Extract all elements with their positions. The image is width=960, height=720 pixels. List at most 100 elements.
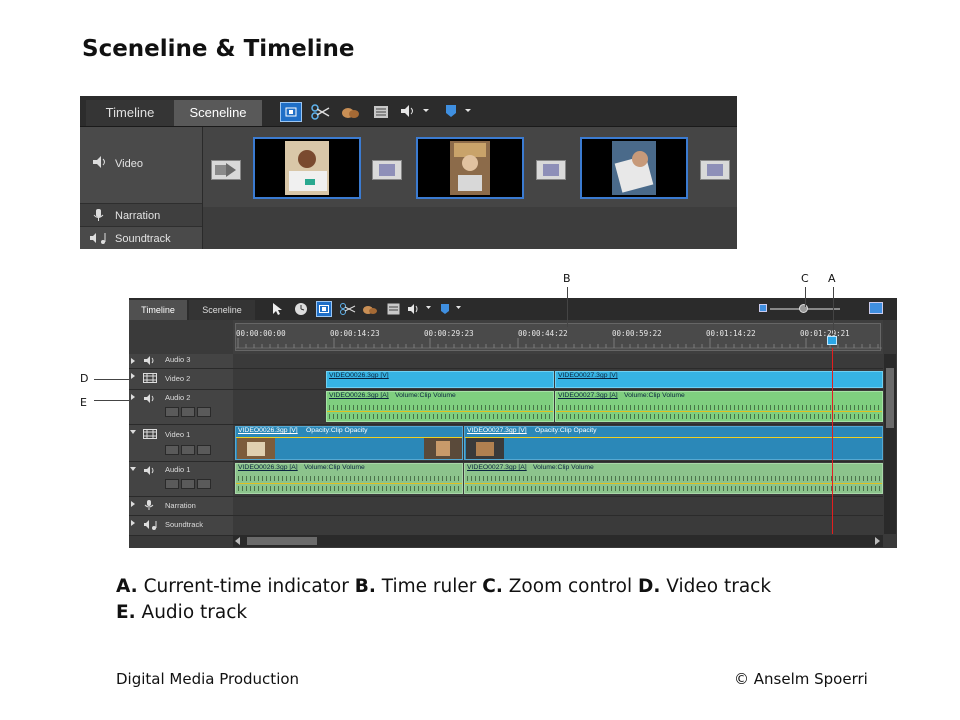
scroll-right-icon[interactable]	[875, 537, 880, 545]
scissors-icon	[311, 104, 330, 120]
tab-timeline[interactable]: Timeline	[129, 300, 187, 320]
hand-icon	[363, 306, 377, 314]
opacity-line[interactable]	[236, 437, 462, 438]
track-header-audio3[interactable]: Audio 3	[129, 354, 233, 369]
scene-clip-1[interactable]	[253, 137, 361, 199]
track-header-soundtrack[interactable]: Soundtrack	[129, 516, 233, 536]
speaker-icon	[143, 355, 155, 368]
volume-line[interactable]	[327, 411, 553, 412]
transition-3[interactable]	[700, 160, 730, 180]
track-name: Soundtrack	[165, 520, 203, 529]
add-keyframe-button[interactable]	[181, 445, 195, 455]
ruler-label: 00:00:00:00	[236, 329, 286, 338]
clip-audio1-a[interactable]: VIDEO0026.3gp [A] Volume:Clip Volume	[235, 463, 463, 494]
expand-arrow-icon[interactable]	[131, 520, 135, 526]
properties-button[interactable]	[384, 300, 402, 318]
zoom-in-icon[interactable]	[869, 302, 883, 314]
current-time-indicator-handle[interactable]	[827, 336, 837, 345]
clip-effect-menu[interactable]: Opacity:Clip Opacity	[306, 427, 368, 434]
tab-sceneline[interactable]: Sceneline	[174, 100, 262, 126]
properties-button[interactable]	[370, 102, 392, 122]
clip-effect-menu[interactable]: Volume:Clip Volume	[304, 464, 365, 471]
sceneline-audio-area	[203, 207, 737, 249]
volume-line[interactable]	[465, 483, 882, 484]
prev-keyframe-button[interactable]	[165, 445, 179, 455]
prev-keyframe-button[interactable]	[165, 407, 179, 417]
zoom-slider-handle[interactable]	[799, 304, 808, 313]
time-stretch-button[interactable]	[292, 300, 310, 318]
clip-audio2-b[interactable]: VIDEO0027.3gp [A] Volume:Clip Volume	[555, 391, 883, 422]
fit-to-view-button[interactable]	[280, 102, 302, 122]
clip-video1-b[interactable]: VIDEO0027.3gp [V] Opacity:Clip Opacity	[464, 426, 883, 460]
clip-video1-a[interactable]: VIDEO0026.3gp [V] Opacity:Clip Opacity	[235, 426, 463, 460]
fit-to-view-button[interactable]	[316, 301, 332, 317]
track-header-video1[interactable]: Video 1	[129, 425, 233, 462]
add-keyframe-button[interactable]	[181, 479, 195, 489]
keyframe-buttons[interactable]	[165, 407, 213, 418]
timeline-panel: Timeline Sceneline 00:00:00:00 00:00:14:…	[129, 298, 897, 548]
keyframe-buttons[interactable]	[165, 445, 213, 456]
transition-1[interactable]	[372, 160, 402, 180]
callout-e-line	[94, 400, 134, 401]
tab-sceneline[interactable]: Sceneline	[189, 300, 255, 320]
keyframe-buttons[interactable]	[165, 479, 213, 490]
clip-effect-menu[interactable]: Volume:Clip Volume	[395, 392, 456, 399]
track-soundtrack[interactable]	[233, 516, 883, 536]
vertical-scrollbar[interactable]	[884, 354, 896, 534]
track-header-video2[interactable]: Video 2	[129, 369, 233, 390]
clip-effect-menu[interactable]: Volume:Clip Volume	[533, 464, 594, 471]
volume-line[interactable]	[236, 483, 462, 484]
expand-arrow-icon[interactable]	[131, 501, 135, 507]
prev-keyframe-button[interactable]	[165, 479, 179, 489]
track-audio2[interactable]: VIDEO0026.3gp [A] Volume:Clip Volume VID…	[233, 390, 883, 425]
scrollbar-thumb[interactable]	[886, 368, 894, 428]
selection-tool-button[interactable]	[268, 300, 286, 318]
add-keyframe-button[interactable]	[181, 407, 195, 417]
callout-b-line	[567, 287, 568, 327]
audio-dropdown-button[interactable]	[406, 300, 434, 318]
track-header-audio1[interactable]: Audio 1	[129, 462, 233, 497]
current-time-indicator[interactable]	[832, 348, 833, 534]
clip-video2-b[interactable]: VIDEO0027.3gp [V]	[555, 371, 883, 388]
clip-video2-a[interactable]: VIDEO0026.3gp [V]	[326, 371, 554, 388]
track-video1[interactable]: VIDEO0026.3gp [V] Opacity:Clip Opacity V…	[233, 425, 883, 462]
start-transition[interactable]	[211, 160, 241, 180]
clip-name: VIDEO0027.3gp [V]	[558, 372, 618, 379]
smart-trim-button[interactable]	[310, 102, 332, 122]
horizontal-scrollbar[interactable]	[233, 535, 883, 547]
opacity-line[interactable]	[465, 437, 882, 438]
clip-effect-menu[interactable]: Volume:Clip Volume	[624, 392, 685, 399]
clip-audio1-b[interactable]: VIDEO0027.3gp [A] Volume:Clip Volume	[464, 463, 883, 494]
next-keyframe-button[interactable]	[197, 445, 211, 455]
track-narration[interactable]	[233, 497, 883, 516]
scene-clip-3[interactable]	[580, 137, 688, 199]
next-keyframe-button[interactable]	[197, 407, 211, 417]
track-name: Video 2	[165, 374, 191, 383]
scene-clip-2[interactable]	[416, 137, 524, 199]
track-audio3[interactable]	[233, 354, 883, 369]
smart-mix-button[interactable]	[339, 102, 361, 122]
time-ruler[interactable]: 00:00:00:00 00:00:14:23 00:00:29:23 00:0…	[233, 320, 883, 355]
transition-2[interactable]	[536, 160, 566, 180]
track-audio1[interactable]: VIDEO0026.3gp [A] Volume:Clip Volume VID…	[233, 462, 883, 497]
marker-dropdown-button[interactable]	[438, 300, 466, 318]
audio-dropdown-button[interactable]	[398, 101, 432, 121]
clip-audio2-a[interactable]: VIDEO0026.3gp [A] Volume:Clip Volume	[326, 391, 554, 422]
scrollbar-thumb[interactable]	[247, 537, 317, 545]
collapse-arrow-icon[interactable]	[130, 467, 136, 471]
track-header-audio2[interactable]: Audio 2	[129, 390, 233, 425]
next-keyframe-button[interactable]	[197, 479, 211, 489]
tab-timeline[interactable]: Timeline	[86, 100, 174, 126]
scroll-left-icon[interactable]	[235, 537, 240, 545]
smart-mix-button[interactable]	[361, 300, 379, 318]
track-header-narration[interactable]: Narration	[129, 497, 233, 516]
track-video2[interactable]: VIDEO0026.3gp [V] VIDEO0027.3gp [V]	[233, 369, 883, 390]
zoom-out-icon[interactable]	[759, 304, 767, 312]
expand-arrow-icon[interactable]	[131, 358, 135, 364]
callout-e-letter: E	[80, 396, 87, 409]
marker-dropdown-button[interactable]	[442, 101, 476, 121]
smart-trim-button[interactable]	[339, 300, 357, 318]
collapse-arrow-icon[interactable]	[130, 430, 136, 434]
volume-line[interactable]	[556, 411, 882, 412]
clip-effect-menu[interactable]: Opacity:Clip Opacity	[535, 427, 597, 434]
